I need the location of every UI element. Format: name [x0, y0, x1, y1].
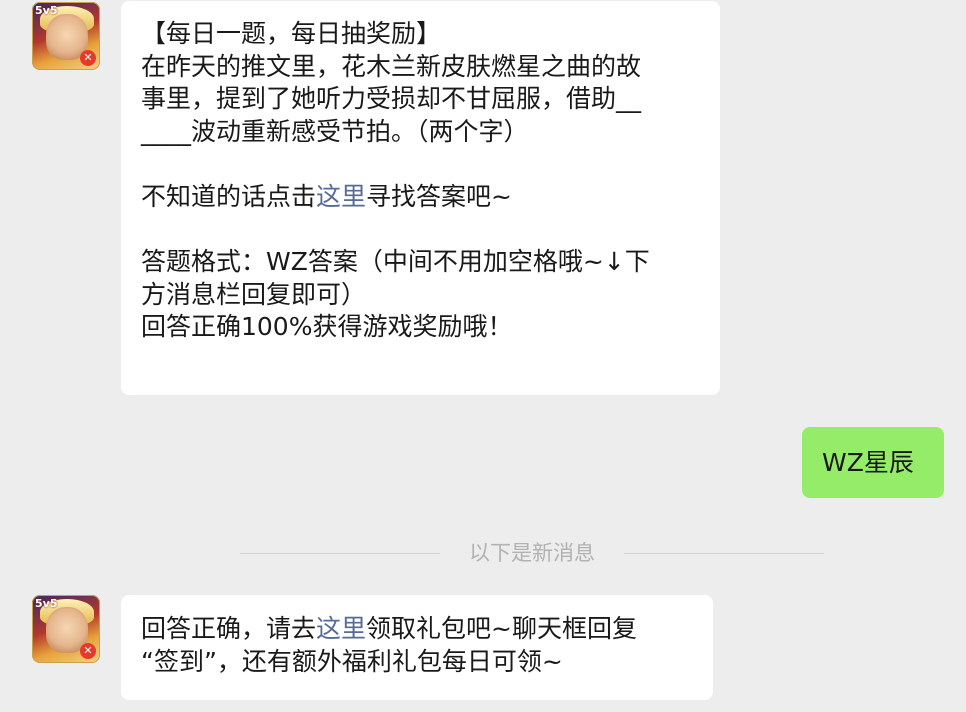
message-line: 【每日一题，每日抽奖励】 — [141, 19, 442, 48]
message-line-with-link: 回答正确，请去这里领取礼包吧~聊天框回复 — [141, 613, 693, 646]
avatar-badge-icon: ✕ — [80, 50, 96, 66]
game-logo: 5v5 — [35, 4, 58, 17]
link-prefix: 回答正确，请去 — [141, 614, 317, 643]
divider-label: 以下是新消息 — [469, 541, 595, 565]
here-link[interactable]: 这里 — [316, 614, 366, 643]
message-line: 方消息栏回复即可） — [141, 279, 367, 309]
game-logo: 5v5 — [35, 597, 58, 610]
message-line-with-link: 不知道的话点击这里寻找答案吧~ — [141, 181, 700, 214]
message-line: ____波动重新感受节拍。（两个字） — [141, 116, 529, 146]
message-line: “签到”，还有额外福利礼包每日可领~ — [141, 646, 563, 676]
message-line: 回答正确100%获得游戏奖励哦！ — [141, 312, 513, 342]
link-suffix: 领取礼包吧~聊天框回复 — [366, 614, 637, 643]
message-bubble-reward[interactable]: 回答正确，请去这里领取礼包吧~聊天框回复 “签到”，还有额外福利礼包每日可领~ — [121, 595, 713, 700]
sender-avatar[interactable]: 5v5 ✕ — [32, 2, 100, 70]
message-line: 答题格式：WZ答案（中间不用加空格哦~↓下 — [141, 247, 650, 277]
sender-avatar[interactable]: 5v5 ✕ — [32, 595, 100, 663]
divider-rule-right — [624, 553, 824, 554]
here-link[interactable]: 这里 — [316, 182, 366, 211]
avatar-badge-icon: ✕ — [80, 643, 96, 659]
message-line: 事里，提到了她听力受损却不甘屈服，借助__ — [141, 84, 642, 114]
link-prefix: 不知道的话点击 — [141, 181, 317, 211]
new-messages-divider: 以下是新消息 — [240, 541, 824, 565]
message-bubble-question[interactable]: 【每日一题，每日抽奖励】 在昨天的推文里，花木兰新皮肤燃星之曲的故 事里，提到了… — [121, 1, 720, 395]
divider-rule-left — [240, 553, 440, 554]
sent-message-bubble[interactable]: WZ星辰 — [802, 427, 944, 498]
link-suffix: 寻找答案吧~ — [366, 181, 512, 211]
message-line: 在昨天的推文里，花木兰新皮肤燃星之曲的故 — [141, 51, 642, 81]
sent-message-text: WZ星辰 — [822, 447, 914, 477]
